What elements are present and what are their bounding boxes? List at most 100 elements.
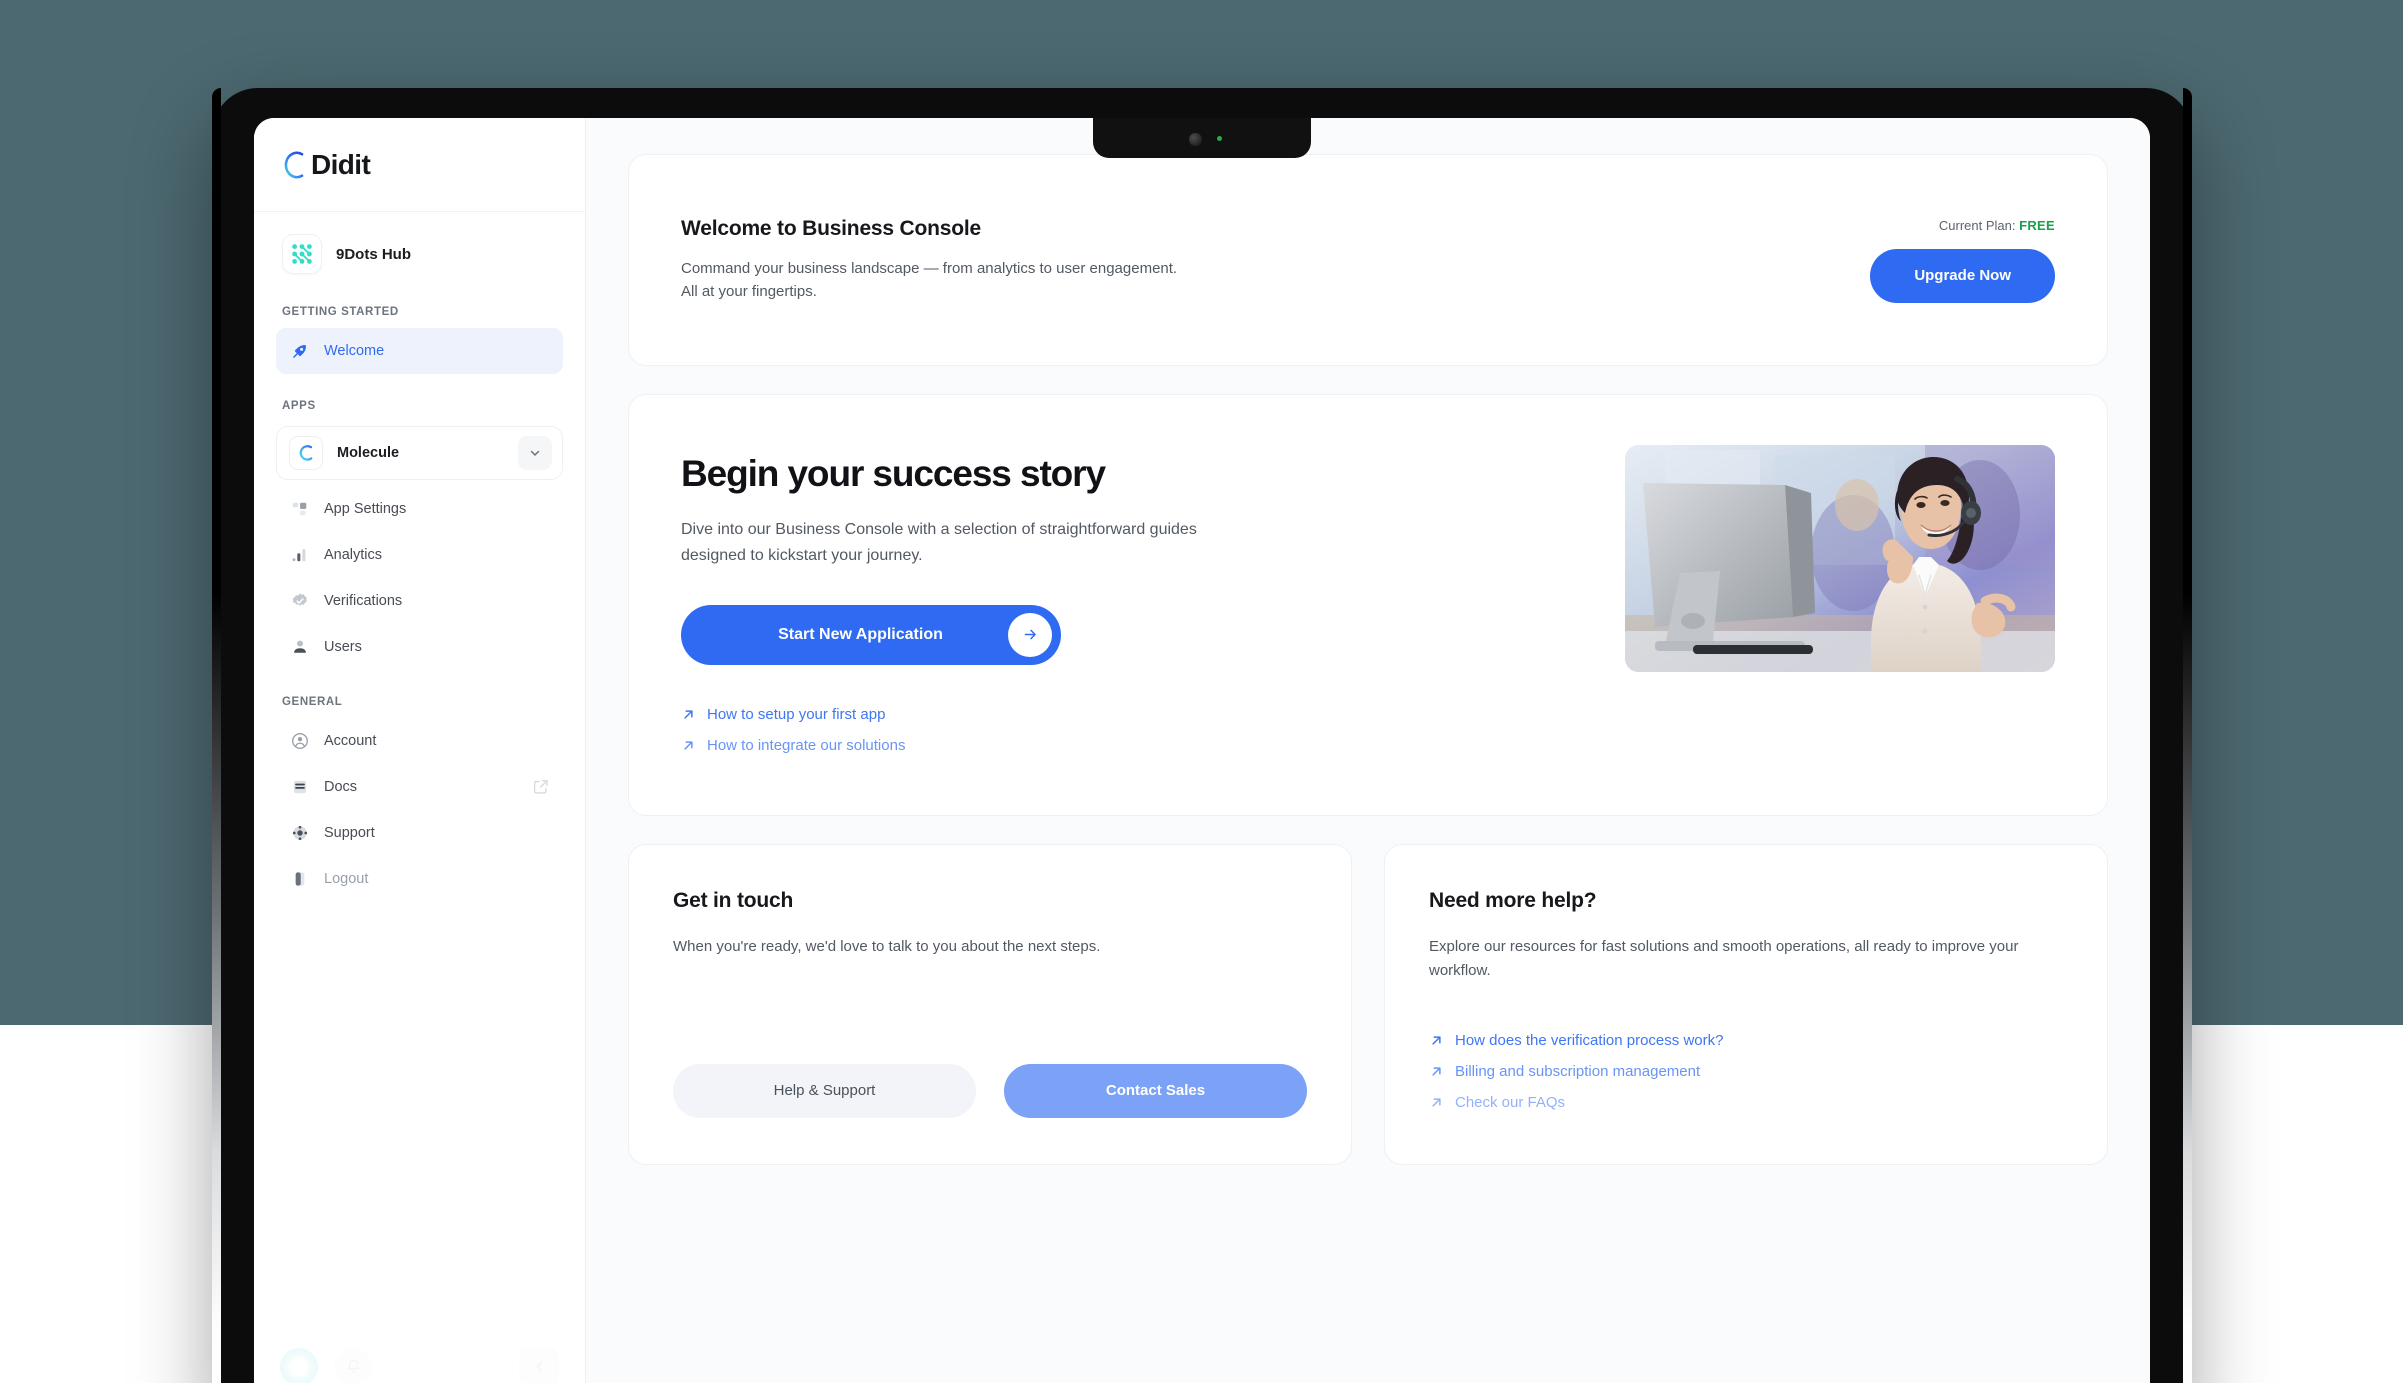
chevron-left-icon[interactable] — [519, 1346, 559, 1383]
arrow-up-right-icon — [1429, 1064, 1444, 1079]
bottom-card-row: Get in touch When you're ready, we'd lov… — [628, 843, 2108, 1165]
upgrade-now-button[interactable]: Upgrade Now — [1870, 248, 2055, 303]
cta-label: Start New Application — [778, 625, 943, 643]
current-plan-label: Current Plan: — [1938, 217, 2016, 233]
story-link-setup-first-app[interactable]: How to setup your first app — [681, 699, 1577, 730]
contact-title: Get in touch — [673, 888, 794, 912]
user-icon — [290, 637, 310, 657]
user-avatar[interactable] — [280, 1347, 318, 1383]
rocket-icon — [290, 341, 310, 361]
sidebar-item-analytics[interactable]: Analytics — [276, 532, 563, 578]
page-title: Welcome to Business Console — [681, 216, 981, 240]
sidebar: Didit 9Dots Hub GETTING STARTED Welcome … — [254, 118, 586, 1383]
section-label-general: GENERAL — [282, 696, 343, 708]
contact-button-row: Help & Support Contact Sales — [673, 1028, 1307, 1118]
arrow-right-icon — [1008, 612, 1052, 657]
story-links: How to setup your first app How to integ… — [681, 699, 1577, 761]
logout-icon — [290, 869, 310, 889]
bell-icon[interactable] — [334, 1347, 372, 1383]
welcome-subtitle-line-2: All at your fingertips. — [681, 283, 817, 300]
nine-dots-grid-icon — [282, 234, 322, 274]
sidebar-item-label: Support — [324, 825, 375, 841]
help-and-support-button[interactable]: Help & Support — [673, 1063, 976, 1118]
sidebar-item-label: Analytics — [324, 547, 383, 563]
sidebar-item-label: App Settings — [324, 501, 407, 517]
story-body: Dive into our Business Console with a se… — [681, 521, 1197, 564]
molecule-ring-icon — [289, 436, 323, 470]
story-text-block: Begin your success story Dive into our B… — [681, 445, 1577, 761]
org-switcher[interactable]: 9Dots Hub — [276, 212, 563, 280]
camera-icon — [1189, 133, 1202, 146]
current-plan-value: FREE — [2019, 217, 2055, 233]
sidebar-item-label: Logout — [324, 871, 369, 887]
success-story-card: Begin your success story Dive into our B… — [628, 394, 2108, 816]
sidebar-item-welcome[interactable]: Welcome — [276, 328, 563, 374]
chevron-down-icon[interactable] — [518, 436, 552, 470]
external-link-icon — [533, 779, 549, 795]
brand-header[interactable]: Didit — [254, 118, 585, 212]
section-label-apps: APPS — [282, 400, 316, 412]
sidebar-item-docs[interactable]: Docs — [276, 764, 563, 810]
contact-sales-button[interactable]: Contact Sales — [1004, 1063, 1307, 1118]
contact-body: When you're ready, we'd love to talk to … — [673, 937, 1101, 955]
story-link-integrate-solutions[interactable]: How to integrate our solutions — [681, 730, 1577, 761]
sidebar-item-verifications[interactable]: Verifications — [276, 578, 563, 624]
sidebar-item-label: Account — [324, 733, 377, 749]
book-icon — [290, 777, 310, 797]
sidebar-item-label: Docs — [324, 779, 358, 795]
verified-badge-icon — [290, 591, 310, 611]
story-media — [1625, 445, 2055, 672]
help-link-label: Billing and subscription management — [1455, 1062, 1701, 1080]
screen-viewport: Didit 9Dots Hub GETTING STARTED Welcome … — [254, 118, 2150, 1383]
welcome-text-block: Welcome to Business Console Command your… — [681, 217, 1870, 304]
help-link-label: How does the verification process work? — [1455, 1031, 1724, 1049]
squares-icon — [290, 499, 310, 519]
story-title: Begin your success story — [681, 453, 1106, 494]
arrow-up-right-icon — [681, 738, 696, 753]
arrow-up-right-icon — [1429, 1095, 1444, 1110]
welcome-banner-card: Welcome to Business Console Command your… — [628, 154, 2108, 366]
lifebuoy-icon — [290, 823, 310, 843]
sidebar-item-app-settings[interactable]: App Settings — [276, 486, 563, 532]
app-name: Molecule — [337, 445, 400, 461]
laptop-left-edge — [212, 88, 221, 1383]
help-link-faqs[interactable]: Check our FAQs — [1429, 1087, 2063, 1118]
sidebar-footer — [254, 1314, 585, 1383]
sidebar-item-logout[interactable]: Logout — [276, 856, 563, 902]
arrow-up-right-icon — [1429, 1033, 1444, 1048]
welcome-subtitle-line-1: Command your business landscape — from a… — [681, 259, 1178, 277]
start-new-application-button[interactable]: Start New Application — [681, 604, 1061, 665]
sidebar-item-label: Users — [324, 639, 362, 655]
help-link-verification-process[interactable]: How does the verification process work? — [1429, 1025, 2063, 1056]
laptop-device-mockup: Didit 9Dots Hub GETTING STARTED Welcome … — [212, 88, 2192, 1383]
app-selector[interactable]: Molecule — [276, 426, 563, 480]
sidebar-item-label: Verifications — [324, 593, 403, 609]
story-link-label: How to integrate our solutions — [707, 736, 906, 754]
org-name: 9Dots Hub — [336, 245, 411, 263]
brand-wordmark: Didit — [311, 148, 371, 180]
laptop-camera-notch — [1093, 118, 1311, 158]
help-link-label: Check our FAQs — [1455, 1093, 1566, 1111]
sidebar-item-account[interactable]: Account — [276, 718, 563, 764]
help-links: How does the verification process work? … — [1429, 1025, 2063, 1118]
need-more-help-card: Need more help? Explore our resources fo… — [1384, 843, 2108, 1165]
didit-ring-logo-icon — [282, 150, 308, 180]
help-title: Need more help? — [1429, 888, 1597, 912]
bar-chart-icon — [290, 545, 310, 565]
help-link-billing-subscription[interactable]: Billing and subscription management — [1429, 1056, 2063, 1087]
sidebar-item-support[interactable]: Support — [276, 810, 563, 856]
camera-indicator-led — [1217, 136, 1222, 141]
sidebar-item-label: Welcome — [324, 343, 385, 359]
story-link-label: How to setup your first app — [707, 705, 886, 723]
arrow-up-right-icon — [681, 707, 696, 722]
customer-support-agent-photo — [1625, 445, 2055, 672]
laptop-right-edge — [2183, 88, 2192, 1383]
sidebar-item-users[interactable]: Users — [276, 624, 563, 670]
welcome-actions: Current Plan: FREE Upgrade Now — [1870, 218, 2055, 303]
sidebar-nav: 9Dots Hub GETTING STARTED Welcome APPS M… — [254, 212, 585, 1314]
main-content: Welcome to Business Console Command your… — [586, 118, 2150, 1383]
current-plan-badge: Current Plan: FREE — [1870, 218, 2055, 233]
help-body: Explore our resources for fast solutions… — [1429, 937, 2019, 979]
account-circle-icon — [290, 731, 310, 751]
section-label-getting-started: GETTING STARTED — [282, 306, 399, 318]
